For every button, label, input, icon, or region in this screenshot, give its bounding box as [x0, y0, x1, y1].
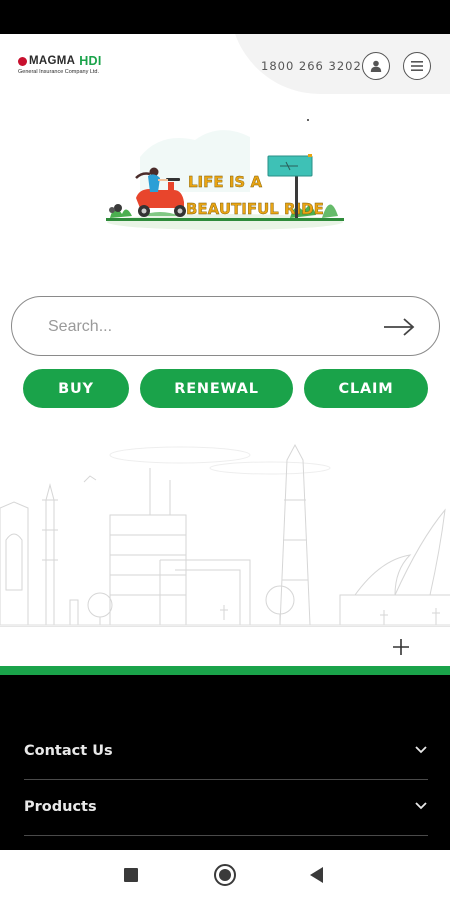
search-bar: [11, 296, 440, 356]
hero-illustration: LIFE IS A BEAUTIFUL RIDE: [106, 119, 344, 230]
brand-logo[interactable]: MAGMA HDI General Insurance Company Ltd.: [18, 54, 138, 82]
square-icon[interactable]: [124, 868, 138, 882]
footer-item-label: Products: [24, 799, 97, 815]
footer-item-label: Contact Us: [24, 743, 113, 759]
logo-brand-accent: HDI: [79, 54, 102, 68]
site-footer: Contact Us Products: [0, 675, 450, 850]
app-screen: MAGMA HDI General Insurance Company Ltd.…: [0, 0, 450, 900]
expand-button[interactable]: [389, 635, 413, 659]
footer-item-contact-us[interactable]: Contact Us: [24, 725, 428, 780]
plus-icon: [393, 639, 409, 655]
logo-brand: MAGMA: [29, 55, 76, 67]
menu-button[interactable]: [403, 52, 431, 80]
city-skyline-illustration: [0, 443, 450, 626]
search-input[interactable]: [48, 315, 348, 339]
renewal-button[interactable]: RENEWAL: [140, 369, 293, 408]
hero-headline-line1: LIFE IS A: [188, 173, 262, 191]
chevron-down-icon: [415, 746, 427, 754]
back-triangle-icon[interactable]: [310, 867, 323, 883]
account-button[interactable]: [362, 52, 390, 80]
arrow-right-icon: [384, 318, 415, 336]
expand-row: [0, 626, 450, 666]
footer-item-products[interactable]: Products: [24, 781, 428, 836]
user-icon: [370, 60, 382, 72]
home-circle-icon[interactable]: [214, 864, 236, 886]
chevron-down-icon: [415, 802, 427, 810]
system-navigation-bar: [0, 850, 450, 900]
footer-accent-band: [0, 666, 450, 675]
logo-mark-icon: [18, 56, 27, 66]
menu-icon: [411, 61, 423, 71]
footer-item-partial: [24, 837, 428, 850]
logo-tagline: General Insurance Company Ltd.: [18, 69, 100, 75]
claim-button[interactable]: CLAIM: [304, 369, 428, 408]
site-header: MAGMA HDI General Insurance Company Ltd.…: [0, 34, 450, 104]
phone-number-link[interactable]: 1800 266 3202: [261, 59, 362, 73]
search-submit-button[interactable]: [382, 312, 416, 342]
hero-headline-line2: BEAUTIFUL RIDE: [186, 200, 324, 218]
status-bar: [0, 0, 450, 34]
buy-button[interactable]: BUY: [23, 369, 129, 408]
